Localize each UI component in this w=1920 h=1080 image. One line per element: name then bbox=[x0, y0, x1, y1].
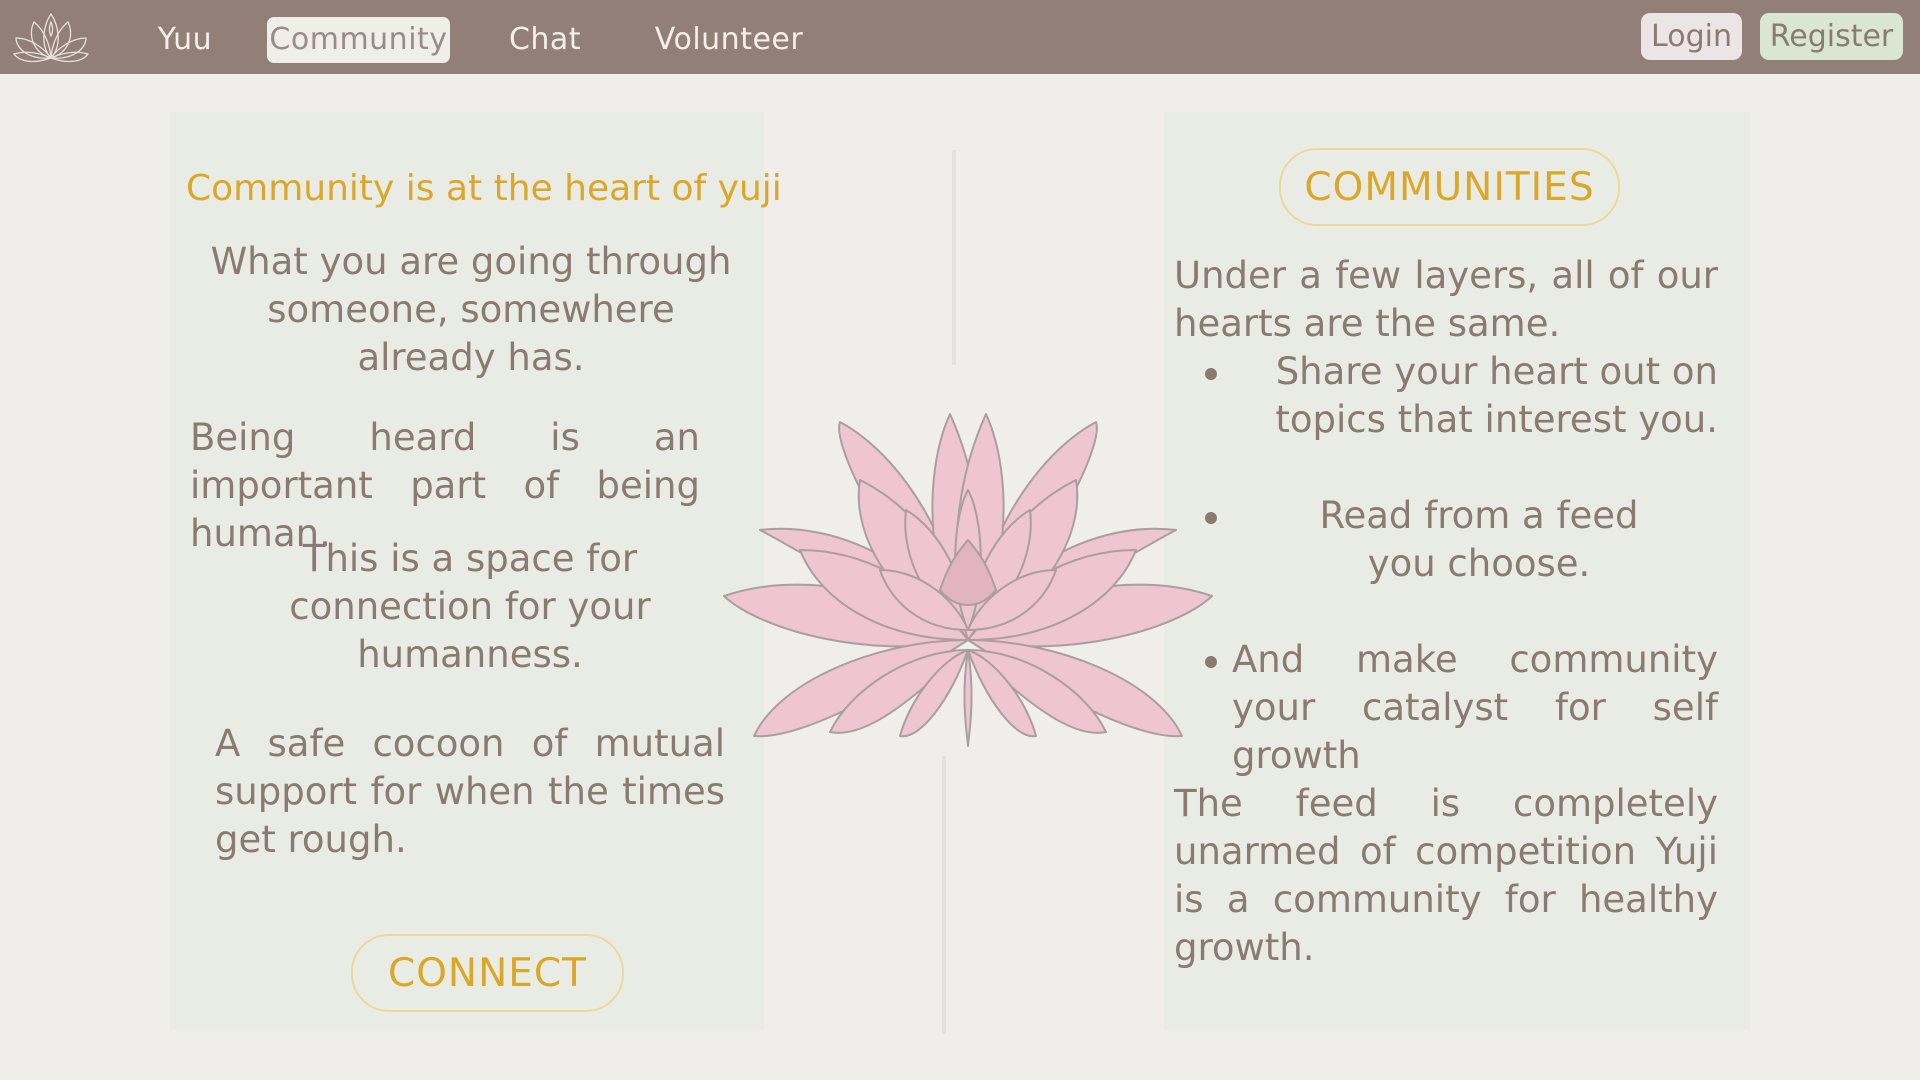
left-para-3: This is a space for connection for your … bbox=[200, 535, 740, 679]
register-button[interactable]: Register bbox=[1760, 13, 1903, 60]
nav-link-yuu[interactable]: Yuu bbox=[150, 17, 220, 63]
left-heading: Community is at the heart of yuji bbox=[186, 168, 782, 209]
lotus-flower-icon bbox=[723, 413, 1213, 747]
bullet-dot bbox=[1205, 512, 1217, 524]
right-bullet-2: Read from a feed you choose. bbox=[1319, 494, 1639, 585]
bullet-dot bbox=[1205, 656, 1217, 668]
login-button[interactable]: Login bbox=[1641, 13, 1742, 60]
left-para-1-line: What you are going through bbox=[210, 240, 732, 283]
right-bullet-1: Share your heart out on topics that inte… bbox=[1275, 350, 1718, 441]
right-intro: Under a few layers, all of our hearts ar… bbox=[1174, 254, 1718, 345]
divider-bottom bbox=[942, 756, 946, 1034]
lotus-logo-icon[interactable] bbox=[10, 6, 92, 66]
left-para-4: A safe cocoon of mutual support for when… bbox=[215, 722, 725, 861]
divider-top bbox=[952, 150, 956, 365]
left-para-1-line: someone, somewhere bbox=[267, 288, 675, 331]
connect-button[interactable]: CONNECT bbox=[351, 934, 624, 1012]
right-bullet-3: And make community your catalyst for sel… bbox=[1232, 638, 1718, 777]
top-navbar: Yuu Community Chat Volunteer Login Regis… bbox=[0, 0, 1920, 74]
right-closing: The feed is completely unarmed of compet… bbox=[1174, 782, 1718, 969]
left-para-1: What you are going through someone, some… bbox=[186, 238, 756, 382]
left-para-3-line: humanness. bbox=[357, 633, 583, 676]
left-para-3-line: This is a space for bbox=[302, 537, 638, 580]
communities-button[interactable]: COMMUNITIES bbox=[1279, 148, 1620, 226]
bullet-dot bbox=[1205, 368, 1217, 380]
left-para-3-line: connection for your bbox=[289, 585, 651, 628]
nav-link-volunteer[interactable]: Volunteer bbox=[650, 17, 808, 63]
nav-link-community[interactable]: Community bbox=[267, 17, 450, 63]
nav-link-chat[interactable]: Chat bbox=[500, 17, 590, 63]
left-para-1-line: already has. bbox=[357, 336, 585, 379]
